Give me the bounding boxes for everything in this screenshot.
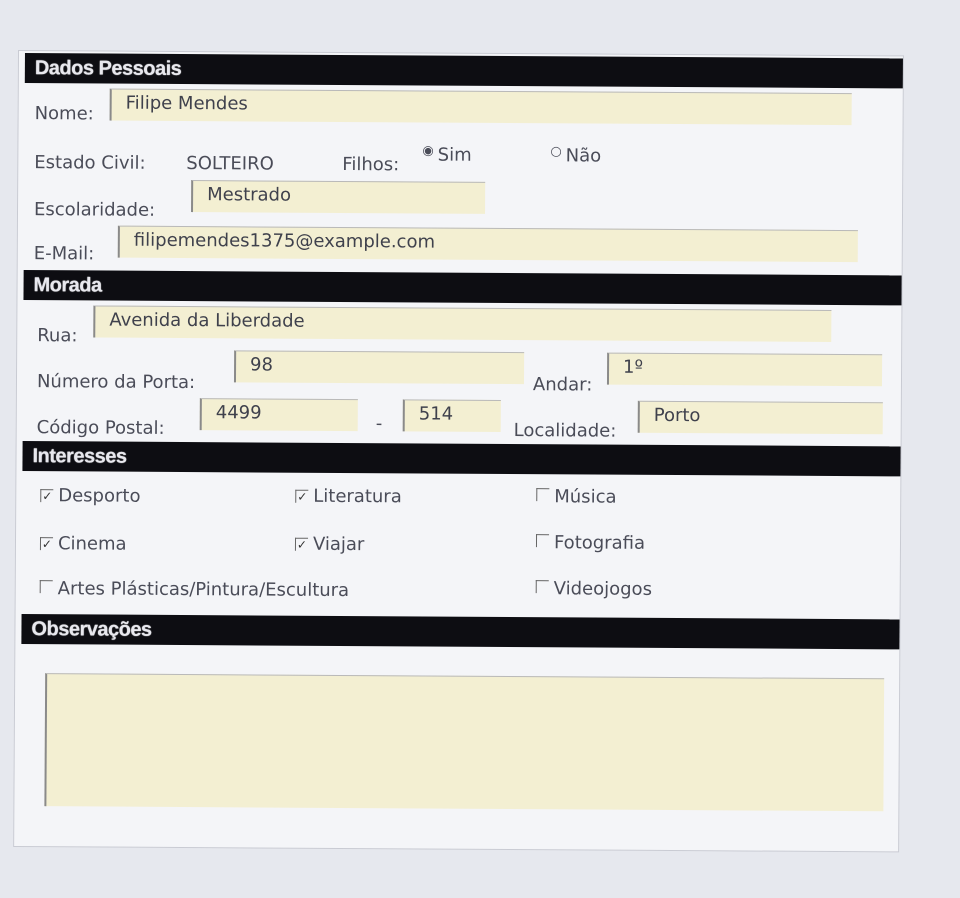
checkbox-empty-icon — [536, 488, 550, 502]
profile-form: Dados Pessoais Nome: Filipe Mendes Estad… — [13, 50, 904, 853]
interest-label: Cinema — [57, 533, 127, 555]
floor-label: Andar: — [532, 374, 593, 396]
interest-label: Música — [554, 486, 617, 508]
education-label: Escolaridade: — [33, 199, 156, 221]
radio-unselected-icon: ○ — [550, 144, 562, 160]
postal-code-part1-field[interactable]: 4499 — [199, 398, 358, 432]
interest-label: Artes Plásticas/Pintura/Escultura — [57, 578, 350, 602]
civil-status-value: SOLTEIRO — [186, 153, 274, 175]
floor-field[interactable]: 1º — [606, 352, 883, 387]
email-field[interactable]: filipemendes1375@example.com — [117, 225, 858, 263]
children-label: Filhos: — [342, 153, 400, 176]
interest-checkbox-viajar[interactable]: ✓ Viajar — [294, 533, 365, 556]
section-header-interests: Interesses — [22, 441, 901, 477]
children-yes-radio[interactable]: ◉ Sim — [422, 143, 472, 166]
interest-label: Literatura — [313, 485, 402, 508]
checkbox-empty-icon — [535, 534, 550, 548]
street-label: Rua: — [37, 325, 78, 347]
checkbox-checked-icon: ✓ — [295, 489, 309, 504]
interest-checkbox-literatura[interactable]: ✓ Literatura — [295, 485, 402, 508]
name-label: Nome: — [34, 103, 94, 125]
checkbox-checked-icon: ✓ — [294, 537, 309, 552]
postal-code-separator: - — [375, 413, 383, 435]
interest-checkbox-musica[interactable]: Música — [536, 486, 617, 508]
checkbox-checked-icon: ✓ — [40, 489, 54, 504]
children-yes-label: Sim — [437, 144, 472, 166]
checkbox-checked-icon: ✓ — [39, 537, 54, 552]
interest-checkbox-fotografia[interactable]: Fotografia — [535, 532, 646, 554]
door-number-label: Número da Porta: — [36, 371, 196, 394]
interest-checkbox-desporto[interactable]: ✓ Desporto — [40, 485, 141, 507]
section-header-personal: Dados Pessoais — [24, 53, 903, 89]
children-no-label: Não — [565, 145, 602, 167]
education-field[interactable]: Mestrado — [191, 180, 486, 214]
children-no-radio[interactable]: ○ Não — [550, 144, 602, 167]
interest-label: Desporto — [58, 485, 141, 507]
name-field[interactable]: Filipe Mendes — [109, 88, 852, 126]
section-header-notes: Observações — [21, 614, 900, 650]
interest-label: Videojogos — [553, 578, 653, 600]
street-field[interactable]: Avenida da Liberdade — [93, 305, 832, 342]
interest-checkbox-cinema[interactable]: ✓ Cinema — [39, 533, 127, 555]
interest-checkbox-artes[interactable]: Artes Plásticas/Pintura/Escultura — [39, 578, 350, 602]
interest-label: Viajar — [312, 533, 365, 556]
civil-status-label: Estado Civil: — [34, 152, 146, 174]
city-label: Localidade: — [513, 420, 617, 442]
radio-selected-icon: ◉ — [422, 143, 434, 159]
checkbox-empty-icon — [39, 580, 53, 594]
door-number-field[interactable]: 98 — [233, 350, 525, 385]
section-header-address: Morada — [23, 270, 902, 306]
city-field[interactable]: Porto — [637, 400, 883, 435]
postal-code-label: Código Postal: — [36, 417, 165, 439]
notes-textarea[interactable] — [44, 673, 885, 812]
email-label: E-Mail: — [33, 243, 95, 265]
interest-label: Fotografia — [553, 532, 646, 554]
postal-code-part2-field[interactable]: 514 — [402, 399, 501, 432]
checkbox-empty-icon — [535, 580, 549, 594]
interest-checkbox-videojogos[interactable]: Videojogos — [535, 578, 653, 600]
